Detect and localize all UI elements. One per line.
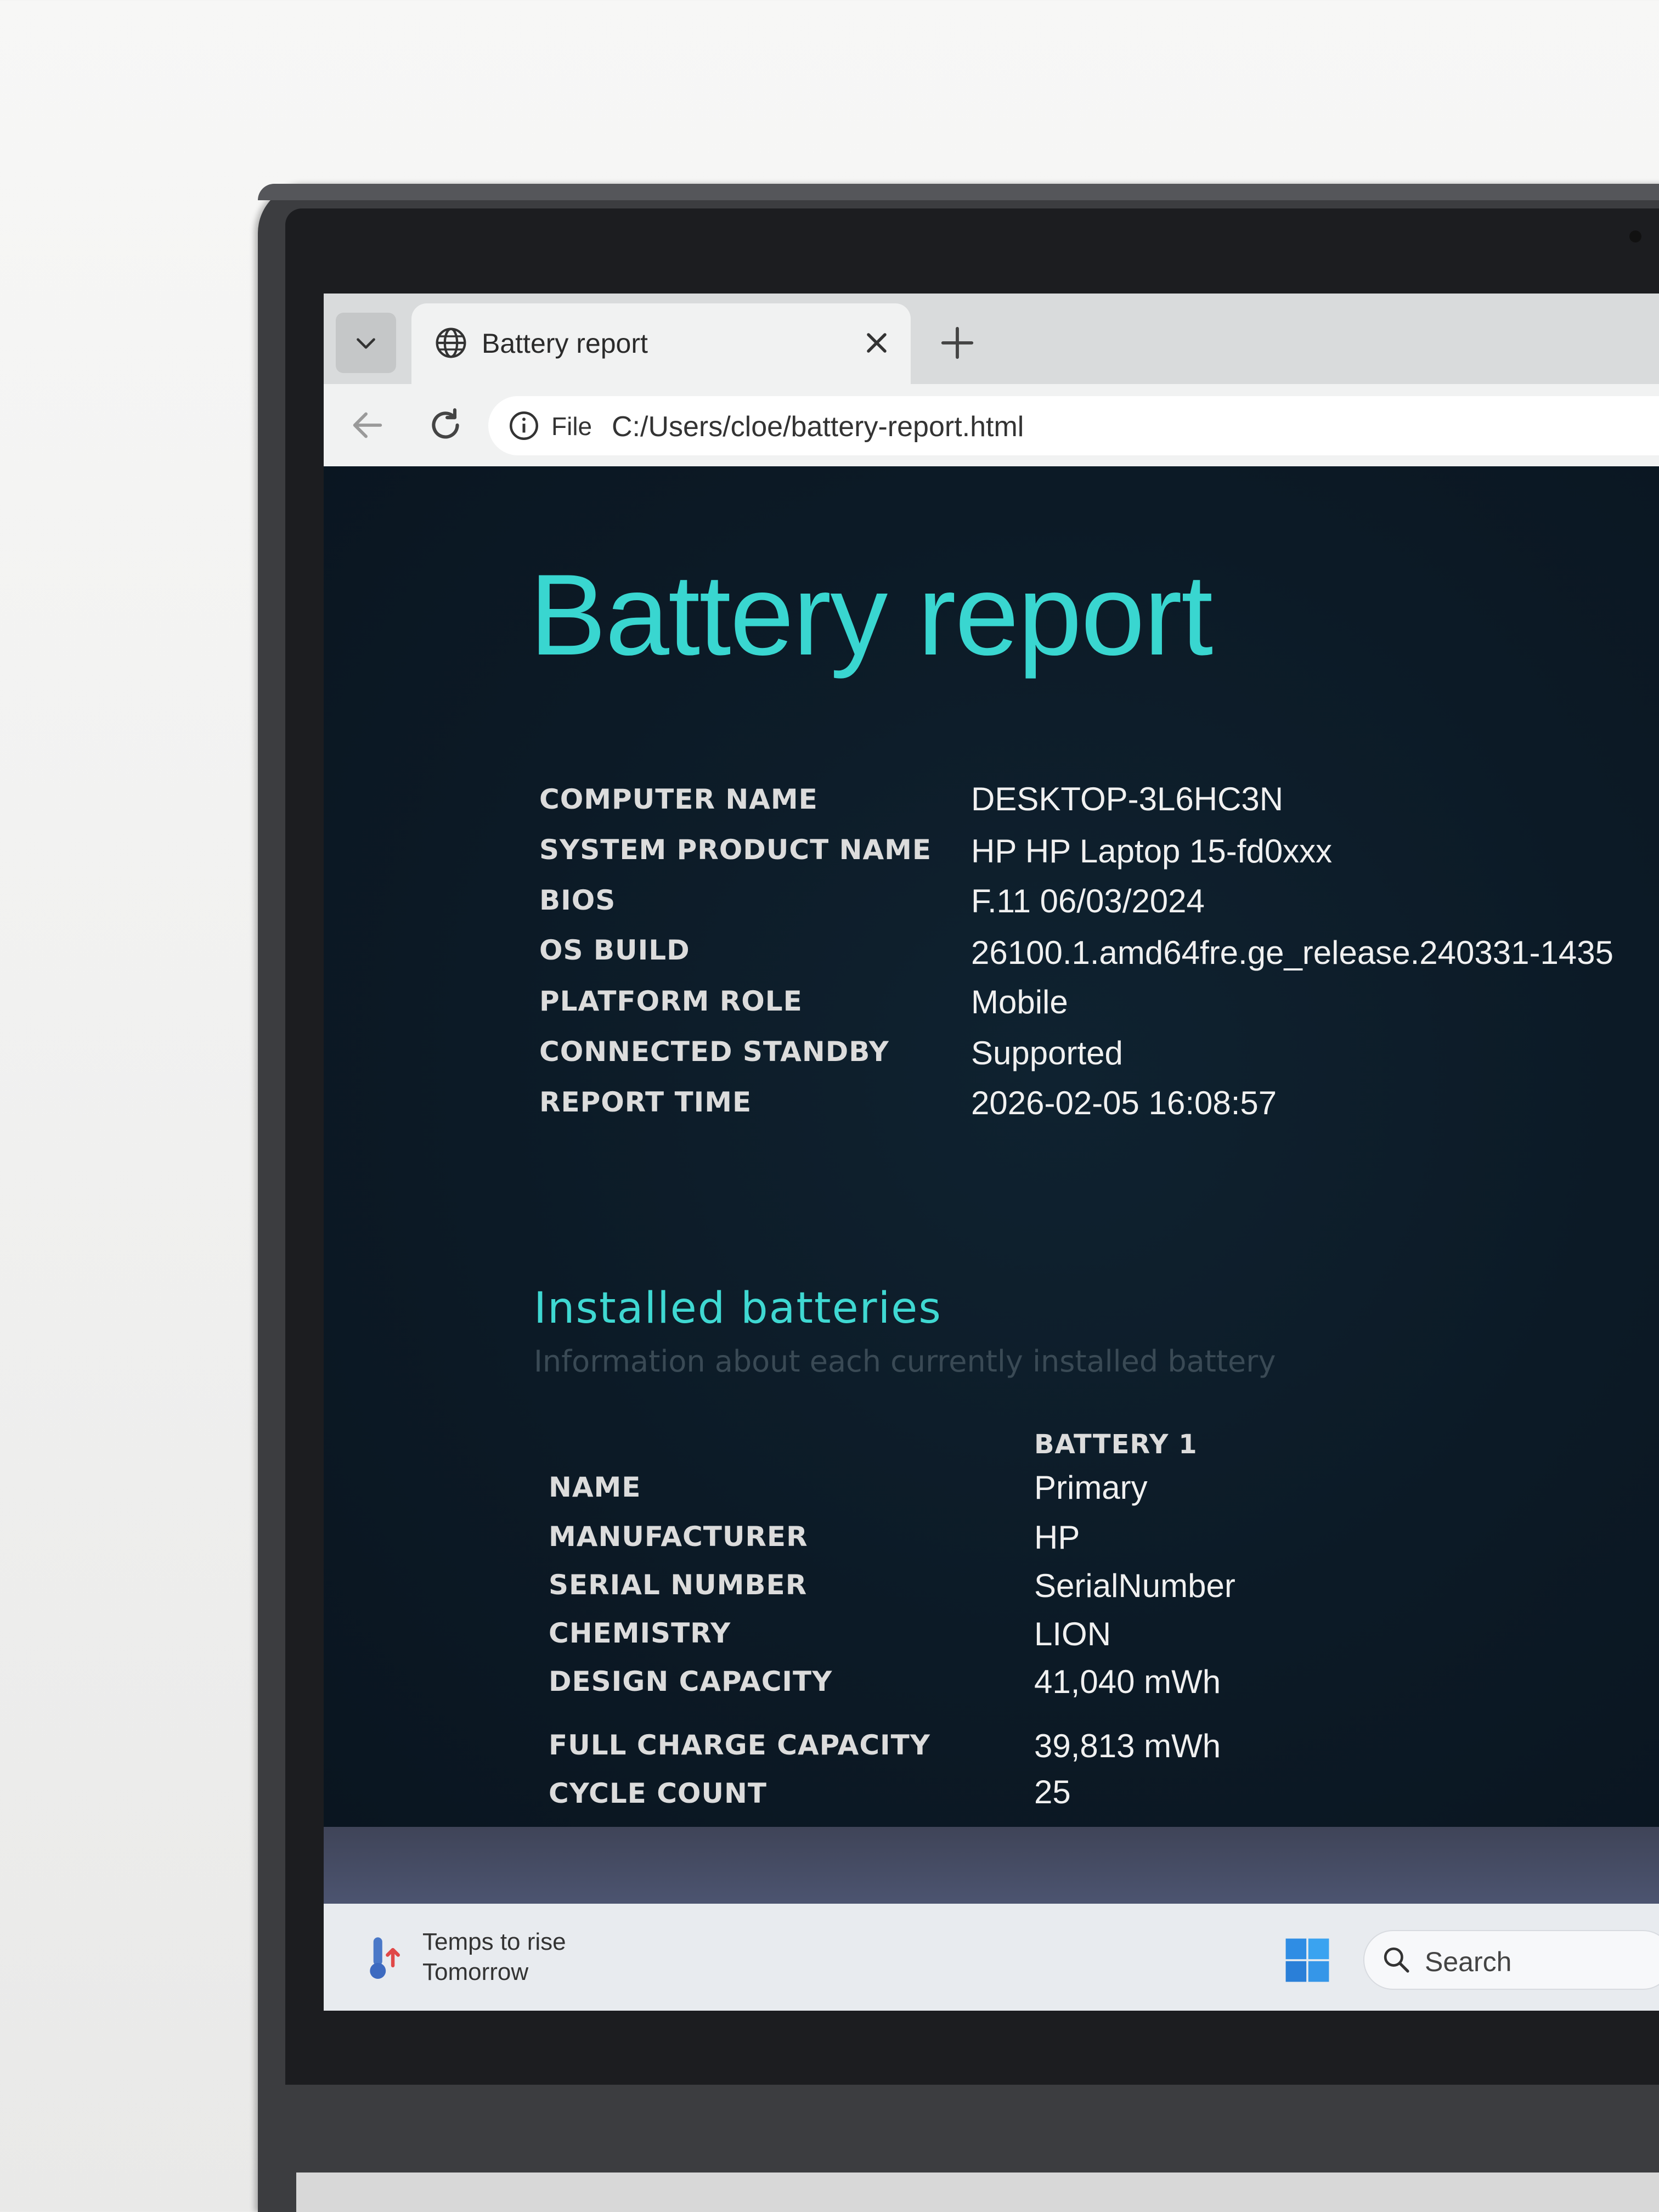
- globe-icon: [436, 328, 466, 358]
- battery-label: DESIGN CAPACITY: [549, 1666, 833, 1697]
- tab-list-button[interactable]: [336, 313, 396, 373]
- info-value: F.11 06/03/2024: [971, 883, 1205, 919]
- laptop-lid-edge: [258, 184, 1659, 200]
- screen: Battery report File C:/Users/cloe/batter…: [324, 294, 1659, 2011]
- info-icon[interactable]: [507, 409, 540, 442]
- section-subtitle: Information about each currently install…: [534, 1344, 1276, 1379]
- back-arrow-icon[interactable]: [348, 406, 387, 444]
- weather-subtext[interactable]: Tomorrow: [422, 1959, 528, 1986]
- windows-start-icon[interactable]: [1284, 1937, 1331, 1984]
- battery-label: CYCLE COUNT: [549, 1778, 767, 1809]
- battery-label: CHEMISTRY: [549, 1617, 731, 1649]
- browser-toolbar: File C:/Users/cloe/battery-report.html: [324, 384, 1659, 466]
- info-label: PLATFORM ROLE: [539, 985, 803, 1017]
- battery-label: NAME: [549, 1471, 641, 1503]
- section-title: Installed batteries: [534, 1284, 942, 1333]
- address-url: C:/Users/cloe/battery-report.html: [612, 411, 1024, 443]
- reload-icon[interactable]: [425, 405, 466, 445]
- page-title: Battery report: [529, 550, 1213, 679]
- info-label: REPORT TIME: [539, 1086, 752, 1118]
- battery-value: LION: [1034, 1616, 1111, 1652]
- info-label: OS BUILD: [539, 934, 690, 966]
- info-value: 2026-02-05 16:08:57: [971, 1085, 1277, 1121]
- battery-value: 39,813 mWh: [1034, 1728, 1221, 1764]
- address-scheme: File: [551, 412, 592, 441]
- info-value: Supported: [971, 1035, 1123, 1071]
- thermometer-icon[interactable]: [362, 1934, 406, 1983]
- battery-value: HP: [1034, 1519, 1080, 1556]
- page-bottom-glare: [324, 1827, 1659, 1904]
- browser-tab-bar: Battery report: [324, 294, 1659, 384]
- battery-column-header: BATTERY 1: [1034, 1429, 1198, 1460]
- info-label: COMPUTER NAME: [539, 783, 818, 815]
- tab-title: Battery report: [482, 328, 648, 359]
- battery-label: FULL CHARGE CAPACITY: [549, 1729, 930, 1761]
- battery-value: Primary: [1034, 1469, 1148, 1506]
- report-page: Battery report COMPUTER NAME DESKTOP-3L6…: [324, 466, 1659, 1827]
- search-label: Search: [1425, 1946, 1512, 1977]
- info-label: BIOS: [539, 884, 616, 916]
- info-value: DESKTOP-3L6HC3N: [971, 781, 1284, 817]
- info-value: 26100.1.amd64fre.ge_release.240331-1435: [971, 934, 1613, 971]
- taskbar-search[interactable]: Search: [1363, 1930, 1659, 1990]
- search-icon: [1384, 1947, 1409, 1973]
- tab-battery-report[interactable]: Battery report: [411, 303, 911, 384]
- battery-value: 25: [1034, 1774, 1071, 1810]
- webcam: [1629, 230, 1641, 242]
- battery-value: 41,040 mWh: [1034, 1663, 1221, 1700]
- new-tab-icon[interactable]: [938, 324, 977, 362]
- info-value: Mobile: [971, 984, 1068, 1020]
- close-icon[interactable]: [860, 326, 893, 359]
- battery-label: MANUFACTURER: [549, 1521, 808, 1553]
- info-value: HP HP Laptop 15-fd0xxx: [971, 833, 1333, 870]
- taskbar: Temps to rise Tomorrow Search: [324, 1904, 1659, 2011]
- battery-label: SERIAL NUMBER: [549, 1569, 808, 1601]
- info-label: CONNECTED STANDBY: [539, 1036, 889, 1068]
- address-bar[interactable]: File C:/Users/cloe/battery-report.html: [488, 396, 1659, 455]
- weather-text[interactable]: Temps to rise: [422, 1928, 566, 1956]
- battery-value: SerialNumber: [1034, 1567, 1235, 1604]
- info-label: SYSTEM PRODUCT NAME: [539, 834, 932, 866]
- chevron-down-icon: [357, 338, 375, 349]
- laptop-base: [296, 2172, 1659, 2212]
